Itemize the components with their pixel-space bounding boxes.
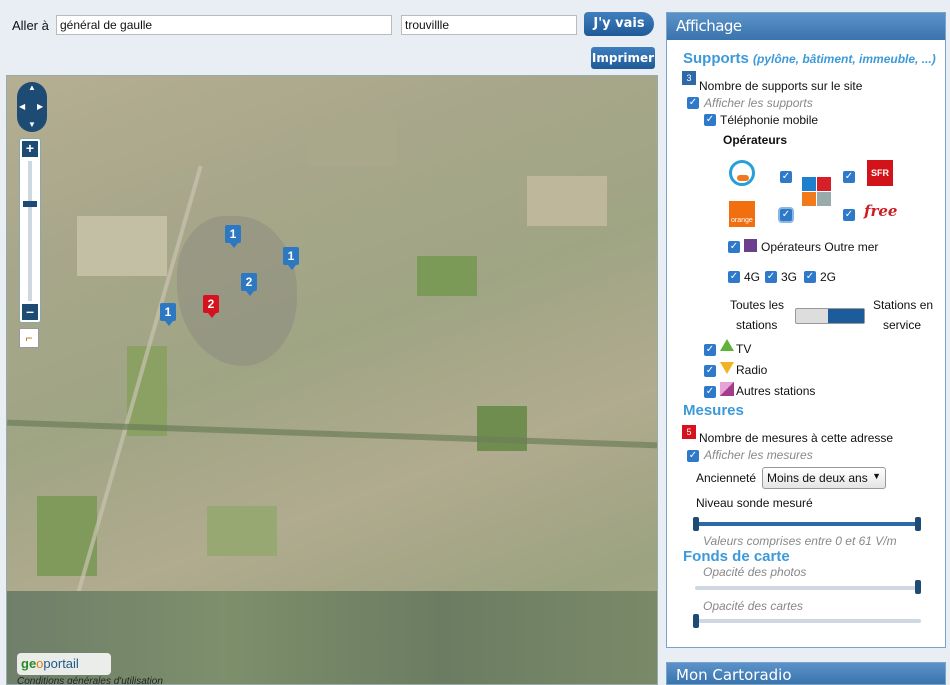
site-marker[interactable]: 2	[241, 273, 257, 296]
show-mesures-checkbox[interactable]: ✓	[687, 450, 699, 462]
geoportail-logo: geoportail	[17, 653, 111, 675]
free-logo: free	[864, 202, 898, 220]
toggle-handle[interactable]	[828, 309, 864, 323]
radio-checkbox[interactable]: ✓	[704, 365, 716, 377]
toggle-left-label-2: stations	[736, 318, 778, 332]
sfr-logo: SFR	[867, 160, 893, 186]
level-slider[interactable]	[695, 522, 921, 526]
supports-heading: Supports (pylône, bâtiment, immeuble, ..…	[683, 50, 936, 67]
pan-left-icon[interactable]: ◀	[19, 102, 25, 111]
photo-opacity-knob[interactable]	[915, 580, 921, 594]
2g-checkbox[interactable]: ✓	[804, 271, 816, 283]
measure-marker[interactable]: 2	[203, 295, 219, 318]
orange-logo: orange	[729, 201, 755, 227]
3g-checkbox[interactable]: ✓	[765, 271, 777, 283]
chevron-down-icon: ▼	[872, 471, 881, 481]
toggle-right-label-1: Stations en	[873, 298, 934, 312]
search-bar: Aller à général de gaulle trouvillle J'y…	[0, 0, 660, 75]
operators-heading: Opérateurs	[723, 133, 788, 147]
terms-link[interactable]: Conditions générales d'utilisation	[17, 676, 163, 684]
zoom-knob[interactable]	[23, 201, 37, 207]
zoom-out-button[interactable]: –	[22, 304, 38, 320]
mesures-count-label: Nombre de mesures à cette adresse	[699, 431, 894, 445]
street-view-icon[interactable]: ⌐	[19, 328, 39, 348]
sfr-square-logo	[802, 177, 832, 207]
pan-control[interactable]: ▲ ◀ ▶ ▼	[17, 82, 47, 132]
goto-label: Aller à	[12, 18, 49, 33]
map-river	[7, 419, 657, 449]
other-stations-icon	[720, 382, 734, 396]
pan-down-icon[interactable]: ▼	[28, 120, 36, 129]
fonds-heading: Fonds de carte	[683, 548, 790, 565]
level-label: Niveau sonde mesuré	[696, 496, 813, 510]
supports-count-badge: 3	[682, 71, 696, 85]
supports-count-label: Nombre de supports sur le site	[699, 79, 863, 93]
tv-checkbox[interactable]: ✓	[704, 344, 716, 356]
tv-icon	[720, 339, 734, 351]
level-slider-max-knob[interactable]	[915, 517, 921, 531]
outremer-swatch	[744, 239, 757, 252]
mobile-checkbox[interactable]: ✓	[704, 114, 716, 126]
other-stations-label: Autres stations	[736, 384, 816, 398]
level-slider-min-knob[interactable]	[693, 517, 699, 531]
zoom-track[interactable]	[28, 161, 32, 301]
zoom-control: + –	[19, 138, 41, 323]
pan-right-icon[interactable]: ▶	[37, 102, 43, 111]
show-supports-label: Afficher les supports	[704, 96, 813, 110]
toggle-left-label-1: Toutes les	[730, 298, 785, 312]
show-mesures-label: Afficher les mesures	[704, 448, 813, 462]
age-label: Ancienneté	[696, 471, 757, 485]
pan-up-icon[interactable]: ▲	[28, 83, 36, 92]
zoom-in-button[interactable]: +	[22, 141, 38, 157]
print-button[interactable]: Imprimer	[591, 47, 655, 69]
outremer-checkbox[interactable]: ✓	[728, 241, 740, 253]
cartoradio-panel-title[interactable]: Mon Cartoradio	[666, 662, 946, 685]
orange-checkbox[interactable]: ✓	[780, 209, 792, 221]
photo-opacity-label: Opacité des photos	[703, 565, 807, 579]
age-select[interactable]: Moins de deux ans ▼	[762, 467, 886, 489]
map-opacity-slider[interactable]	[695, 619, 921, 623]
site-marker[interactable]: 1	[283, 247, 299, 270]
2g-label: 2G	[820, 270, 837, 284]
mobile-label: Téléphonie mobile	[720, 113, 819, 127]
radio-icon	[720, 362, 734, 374]
city-input[interactable]: trouvillle	[401, 15, 577, 35]
tv-label: TV	[736, 342, 752, 356]
mesures-count-badge: 5	[682, 425, 696, 439]
age-select-value: Moins de deux ans	[767, 471, 868, 485]
station-toggle[interactable]	[795, 308, 865, 324]
photo-opacity-slider[interactable]	[695, 586, 921, 590]
sfr-checkbox[interactable]: ✓	[843, 171, 855, 183]
3g-label: 3G	[781, 270, 798, 284]
satellite-map[interactable]: ▲ ◀ ▶ ▼ + – ⌐ 1 1 2 1 2 geoportail Condi…	[6, 75, 658, 685]
site-marker[interactable]: 1	[160, 303, 176, 326]
outremer-label: Opérateurs Outre mer	[761, 240, 879, 254]
radio-label: Radio	[736, 363, 768, 377]
panel-title[interactable]: Affichage	[667, 13, 945, 40]
4g-label: 4G	[744, 270, 761, 284]
display-panel: Affichage Supports (pylône, bâtiment, im…	[666, 12, 946, 648]
go-button[interactable]: J'y vais	[584, 12, 654, 36]
map-opacity-label: Opacité des cartes	[703, 599, 804, 613]
mesures-heading: Mesures	[683, 402, 744, 419]
toggle-right-label-2: service	[883, 318, 922, 332]
level-range-text: Valeurs comprises entre 0 et 61 V/m	[703, 534, 897, 548]
level-slider-fill	[695, 522, 921, 526]
map-opacity-knob[interactable]	[693, 614, 699, 628]
other-stations-checkbox[interactable]: ✓	[704, 386, 716, 398]
address-input[interactable]: général de gaulle	[56, 15, 392, 35]
4g-checkbox[interactable]: ✓	[728, 271, 740, 283]
site-marker[interactable]: 1	[225, 225, 241, 248]
show-supports-checkbox[interactable]: ✓	[687, 97, 699, 109]
bouygues-logo	[729, 160, 755, 186]
bouygues-checkbox[interactable]: ✓	[780, 171, 792, 183]
free-checkbox[interactable]: ✓	[843, 209, 855, 221]
